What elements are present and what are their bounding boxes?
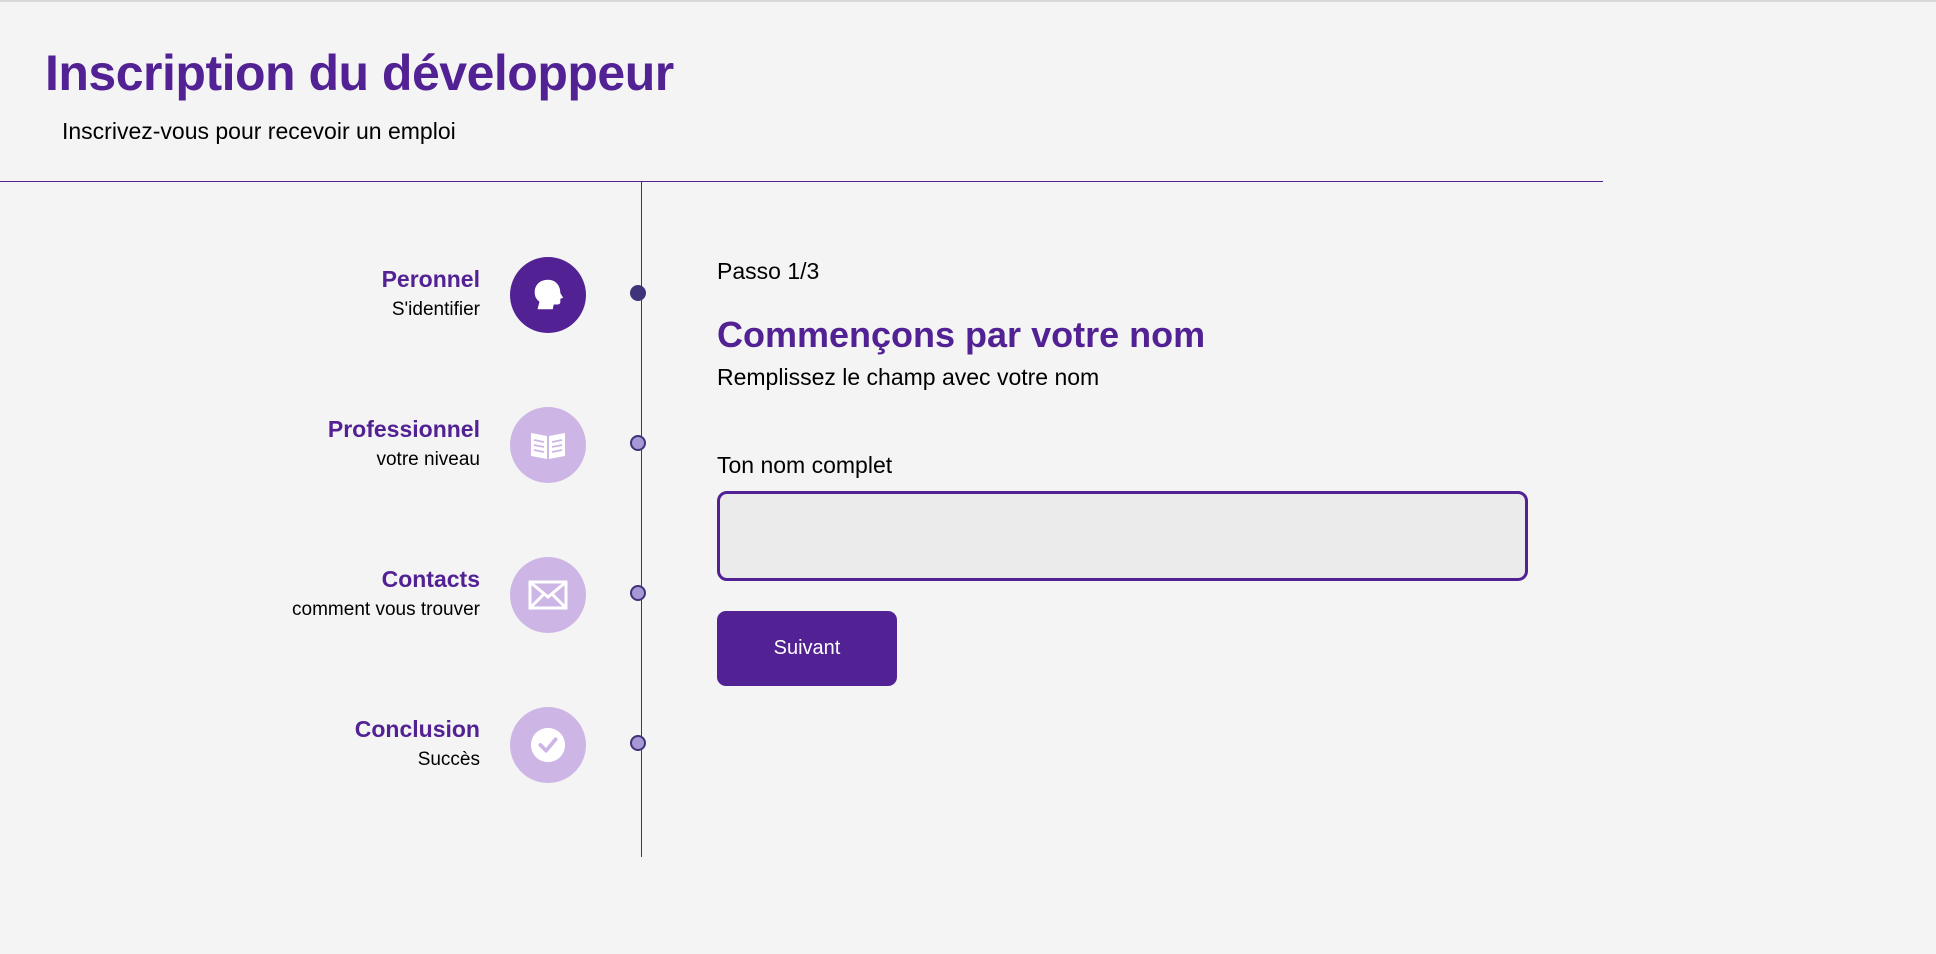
- top-border: [0, 0, 1936, 2]
- header-divider: [0, 181, 1603, 182]
- envelope-icon: [510, 557, 586, 633]
- step-personal[interactable]: Peronnel S'identifier: [0, 257, 660, 333]
- step-description: Succès: [417, 749, 480, 770]
- step-description: S'identifier: [391, 299, 480, 320]
- step-counter: Passo 1/3: [717, 258, 820, 284]
- user-head-icon: [510, 257, 586, 333]
- step-title: Professionnel: [327, 416, 480, 442]
- page-subtitle: Inscrivez-vous pour recevoir un emploi: [62, 118, 456, 144]
- step-description: votre niveau: [376, 449, 480, 470]
- form-heading: Commençons par votre nom: [717, 314, 1206, 355]
- step-contacts[interactable]: Contacts comment vous trouver: [0, 557, 660, 633]
- step-professional[interactable]: Professionnel votre niveau: [0, 407, 660, 483]
- form-description: Remplissez le champ avec votre nom: [717, 364, 1100, 390]
- timeline-dot: [630, 435, 646, 451]
- book-icon: [510, 407, 586, 483]
- full-name-label: Ton nom complet: [717, 452, 893, 478]
- timeline-dot: [630, 285, 646, 301]
- step-title: Conclusion: [354, 716, 480, 742]
- next-button[interactable]: Suivant: [717, 611, 897, 686]
- step-description: comment vous trouver: [292, 599, 480, 620]
- full-name-input[interactable]: [717, 491, 1528, 581]
- checkmark-icon: [510, 707, 586, 783]
- timeline-dot: [630, 735, 646, 751]
- step-text: Professionnel votre niveau: [328, 415, 480, 473]
- step-text: Conclusion Succès: [355, 715, 480, 773]
- step-text: Peronnel S'identifier: [382, 265, 480, 323]
- step-title: Contacts: [381, 566, 480, 592]
- step-conclusion[interactable]: Conclusion Succès: [0, 707, 660, 783]
- timeline-dot: [630, 585, 646, 601]
- step-title: Peronnel: [381, 266, 480, 292]
- page-title: Inscription du développeur: [45, 45, 674, 101]
- step-text: Contacts comment vous trouver: [292, 565, 480, 623]
